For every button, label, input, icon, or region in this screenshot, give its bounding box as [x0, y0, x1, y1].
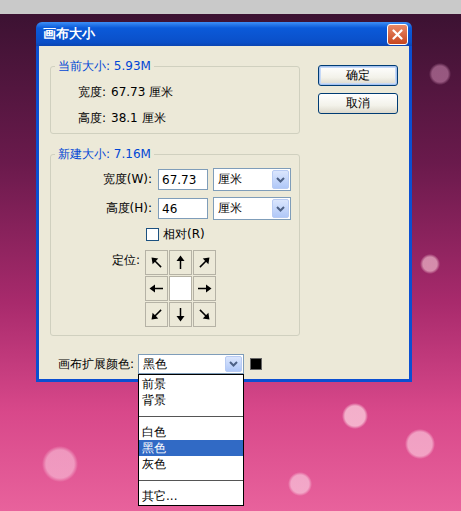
relative-row: 相对(R)	[51, 226, 299, 243]
menu-option[interactable]: 灰色	[139, 456, 243, 472]
anchor-cell[interactable]	[193, 250, 216, 275]
button-label: 确定	[346, 67, 370, 84]
arrow-icon	[196, 280, 213, 297]
anchor-cell[interactable]	[145, 250, 168, 275]
size-field-row: 宽度(W): 67.73 厘米	[51, 168, 299, 191]
button-label: 取消	[346, 95, 370, 112]
window-title: 画布大小	[43, 25, 95, 43]
size-input[interactable]: 46	[158, 198, 208, 219]
option-label: 灰色	[142, 457, 166, 471]
unit-value: 厘米	[214, 198, 271, 219]
size-value: 67.73 厘米	[111, 79, 299, 105]
anchor-cell[interactable]	[145, 276, 168, 301]
size-input[interactable]: 67.73	[158, 169, 208, 190]
option-label: 白色	[142, 425, 166, 439]
anchor-cell[interactable]	[169, 276, 192, 301]
menu-option[interactable]: 白色	[139, 424, 243, 440]
dialog-main: 当前大小: 5.93M宽度:67.73 厘米高度:38.1 厘米新建大小: 7.…	[50, 58, 398, 336]
separator-line	[139, 480, 243, 481]
separator-line	[139, 416, 243, 417]
ok-button[interactable]: 确定	[318, 65, 398, 86]
anchor-grid	[145, 250, 216, 327]
dialog-body: 当前大小: 5.93M宽度:67.73 厘米高度:38.1 厘米新建大小: 7.…	[36, 46, 412, 382]
size-field-row: 高度(H): 46 厘米	[51, 197, 299, 220]
menu-option[interactable]: 黑色	[139, 440, 243, 456]
color-dropdown-list: 前景背景白色黑色灰色其它...	[138, 374, 244, 506]
anchor-cell[interactable]	[169, 250, 192, 275]
group-title: 当前大小: 5.93M	[55, 58, 154, 75]
menu-option[interactable]: 前景	[139, 376, 243, 392]
chevron-down-icon	[276, 177, 285, 183]
color-value: 黑色	[139, 355, 224, 373]
option-label: 黑色	[142, 441, 166, 455]
size-label: 宽度:	[51, 79, 106, 105]
field-label: 高度(H):	[51, 200, 152, 217]
size-label: 高度:	[51, 105, 106, 131]
anchor-cell[interactable]	[193, 302, 216, 327]
field-label: 宽度(W):	[51, 171, 152, 188]
option-label: 其它...	[142, 489, 177, 503]
close-icon	[392, 29, 403, 40]
extension-color-row: 画布扩展颜色:黑色前景背景白色黑色灰色其它...	[50, 354, 398, 374]
arrow-icon	[148, 306, 165, 323]
color-label: 画布扩展颜色:	[58, 356, 138, 373]
arrow-icon	[196, 254, 213, 271]
arrow-icon	[172, 254, 189, 271]
current-size-group: 当前大小: 5.93M 宽度:67.73 厘米高度:38.1 厘米	[50, 58, 300, 134]
menu-separator	[139, 472, 243, 488]
color-select[interactable]: 黑色前景背景白色黑色灰色其它...	[138, 354, 244, 374]
menu-option[interactable]: 背景	[139, 392, 243, 408]
menu-option[interactable]: 其它...	[139, 488, 243, 504]
dropdown-button[interactable]	[272, 199, 289, 218]
color-swatch[interactable]	[250, 358, 262, 370]
option-label: 背景	[142, 393, 166, 407]
size-value: 38.1 厘米	[111, 105, 299, 131]
arrow-icon	[172, 306, 189, 323]
button-column: 确定取消	[318, 58, 398, 336]
new-size-group: 新建大小: 7.16M宽度(W):67.73厘米高度(H):46厘米相对(R)定…	[50, 146, 300, 336]
anchor-label: 定位:	[51, 250, 140, 269]
settings-column: 当前大小: 5.93M宽度:67.73 厘米高度:38.1 厘米新建大小: 7.…	[50, 58, 300, 336]
dropdown-button[interactable]	[225, 356, 242, 372]
relative-checkbox[interactable]	[146, 228, 159, 241]
anchor-cell[interactable]	[169, 302, 192, 327]
anchor-cell[interactable]	[145, 302, 168, 327]
chevron-down-icon	[229, 361, 238, 367]
canvas-size-dialog: 画布大小当前大小: 5.93M宽度:67.73 厘米高度:38.1 厘米新建大小…	[36, 22, 412, 382]
cancel-button[interactable]: 取消	[318, 93, 398, 114]
arrow-icon	[148, 254, 165, 271]
dropdown-button[interactable]	[272, 170, 289, 189]
unit-value: 厘米	[214, 169, 271, 190]
arrow-icon	[196, 306, 213, 323]
anchor-row: 定位:	[51, 250, 299, 327]
current-size-grid: 宽度:67.73 厘米高度:38.1 厘米	[51, 79, 299, 131]
arrow-icon	[148, 280, 165, 297]
unit-select[interactable]: 厘米	[213, 197, 291, 220]
menu-separator	[139, 408, 243, 424]
chevron-down-icon	[276, 206, 285, 212]
top-strip	[0, 0, 461, 14]
close-button[interactable]	[387, 24, 408, 45]
title-bar: 画布大小	[36, 22, 412, 46]
anchor-cell[interactable]	[193, 276, 216, 301]
checkbox-label: 相对(R)	[163, 226, 205, 243]
option-label: 前景	[142, 377, 166, 391]
group-title: 新建大小: 7.16M	[55, 146, 154, 163]
unit-select[interactable]: 厘米	[213, 168, 291, 191]
